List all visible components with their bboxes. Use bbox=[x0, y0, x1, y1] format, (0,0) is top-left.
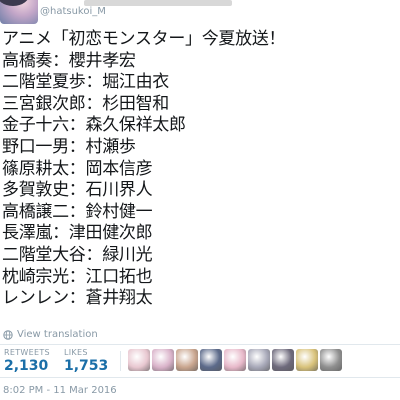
liker-avatar[interactable] bbox=[320, 349, 342, 371]
likes-stat[interactable]: LIKES 1,753 bbox=[64, 348, 108, 374]
tweet-text: アニメ「初恋モンスター」今夏放送！ 高橋奏：櫻井孝宏 二階堂夏歩：堀江由衣 三宮銀次郎… bbox=[2, 29, 398, 310]
tweet-header: @hatsukoi_M bbox=[0, 0, 400, 26]
tweet-line: 篠原耕太：岡本信彦 bbox=[2, 158, 153, 179]
tweet-line: 長澤嵐：津田健次郎 bbox=[2, 223, 153, 244]
liker-avatar[interactable] bbox=[176, 349, 198, 371]
liker-avatar[interactable] bbox=[128, 349, 150, 371]
liker-avatar[interactable] bbox=[224, 349, 246, 371]
likes-count[interactable]: 1,753 bbox=[64, 358, 108, 374]
retweets-count[interactable]: 2,130 bbox=[4, 358, 50, 374]
liker-avatar[interactable] bbox=[272, 349, 294, 371]
view-translation-label[interactable]: View translation bbox=[17, 329, 98, 340]
tweet-line: 野口一男：村瀬歩 bbox=[2, 136, 136, 157]
tweet-line: 三宮銀次郎：杉田智和 bbox=[2, 93, 169, 114]
tweet-line: 金子十六：森久保祥太郎 bbox=[2, 115, 186, 136]
retweets-stat[interactable]: RETWEETS 2,130 bbox=[4, 348, 50, 374]
divider bbox=[0, 377, 400, 378]
retweets-label: RETWEETS bbox=[4, 348, 50, 357]
tweet-line: 多賀敦史：石川界人 bbox=[2, 180, 153, 201]
liker-avatar[interactable] bbox=[296, 349, 318, 371]
liker-avatar[interactable] bbox=[152, 349, 174, 371]
tweet-line: 高橋譲二：鈴村健一 bbox=[2, 201, 153, 222]
tweet-line: レンレン：蒼井翔太 bbox=[2, 288, 153, 309]
tweet-timestamp[interactable]: 8:02 PM - 11 Mar 2016 bbox=[3, 385, 117, 396]
view-translation-link[interactable]: View translation bbox=[3, 329, 98, 340]
user-handle[interactable]: @hatsukoi_M bbox=[40, 6, 106, 17]
likes-label: LIKES bbox=[64, 348, 88, 357]
globe-icon bbox=[3, 329, 13, 340]
user-avatar[interactable] bbox=[0, 0, 38, 24]
tweet-line: 二階堂大谷：緑川光 bbox=[2, 244, 153, 265]
liker-avatar[interactable] bbox=[248, 349, 270, 371]
tweet-line: アニメ「初恋モンスター」今夏放送！ bbox=[2, 29, 286, 49]
tweet-line: 枕崎宗光：江口拓也 bbox=[2, 266, 153, 287]
display-name[interactable] bbox=[84, 0, 232, 6]
tweet-line: 二階堂夏歩：堀江由衣 bbox=[2, 72, 169, 93]
stats-separator bbox=[120, 351, 121, 371]
liker-avatar[interactable] bbox=[200, 349, 222, 371]
tweet-line: 高橋奏：櫻井孝宏 bbox=[2, 50, 136, 71]
